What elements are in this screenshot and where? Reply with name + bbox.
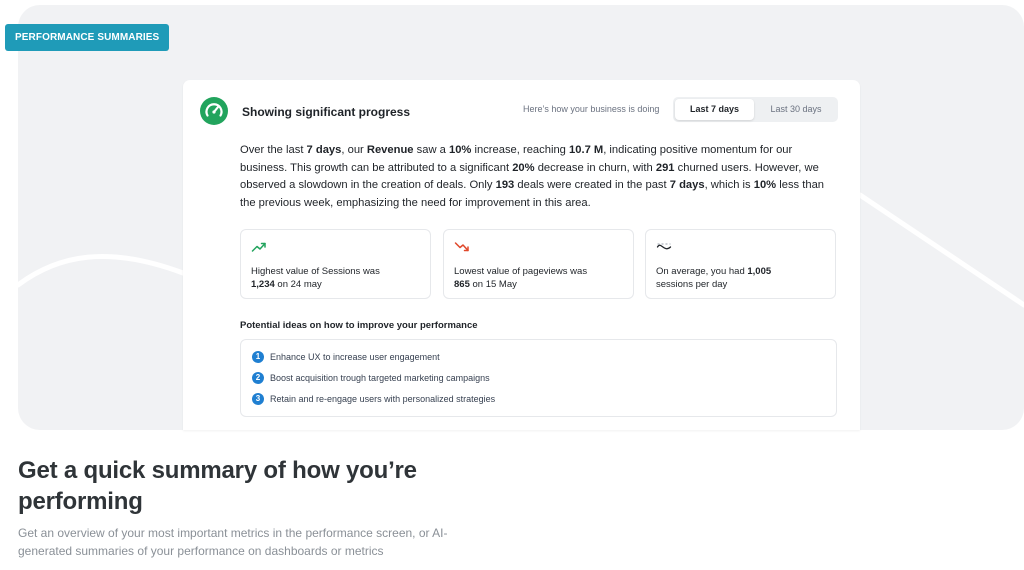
stat-card-sessions-high: Highest value of Sessions was 1,234 on 24… xyxy=(240,229,431,299)
section-headline: Get a quick summary of how you’re perfor… xyxy=(18,457,417,515)
idea-text: Enhance UX to increase user engagement xyxy=(270,352,440,362)
trend-down-icon xyxy=(454,242,469,252)
section-description: Get an overview of your most important m… xyxy=(18,526,448,558)
idea-number-badge: 3 xyxy=(252,393,264,405)
stat-text: On average, you had 1,005 sessions per da… xyxy=(656,266,772,290)
stat-card-pageviews-low: Lowest value of pageviews was 865 on 15 M… xyxy=(443,229,634,299)
performance-summaries-tag: PERFORMANCE SUMMARIES xyxy=(5,24,170,51)
period-toggle: Last 7 days Last 30 days xyxy=(673,97,838,122)
status-title: Showing significant progress xyxy=(242,105,411,119)
summary-paragraph: Over the last 7 days, our Revenue saw a … xyxy=(240,144,825,209)
period-caption: Here’s how your business is doing xyxy=(523,104,660,114)
ideas-title: Potential ideas on how to improve your p… xyxy=(240,320,478,331)
trend-up-icon xyxy=(251,242,266,252)
average-wave-icon xyxy=(656,243,672,250)
stat-text: Lowest value of pageviews was 865 on 15 M… xyxy=(454,266,588,290)
idea-number-badge: 1 xyxy=(252,351,264,363)
performance-summary-card: Showing significant progress Here’s how … xyxy=(183,80,860,430)
speedometer-icon xyxy=(200,97,228,125)
stat-text: Highest value of Sessions was 1,234 on 24… xyxy=(251,266,380,290)
stat-card-sessions-average: On average, you had 1,005 sessions per da… xyxy=(645,229,836,299)
tab-last-30-days[interactable]: Last 30 days xyxy=(756,99,836,120)
tab-last-7-days[interactable]: Last 7 days xyxy=(675,99,754,120)
ideas-list: 1 Enhance UX to increase user engagement… xyxy=(240,339,837,417)
idea-text: Retain and re-engage users with personal… xyxy=(270,394,496,404)
idea-text: Boost acquisition trough targeted market… xyxy=(270,373,490,383)
idea-number-badge: 2 xyxy=(252,372,264,384)
